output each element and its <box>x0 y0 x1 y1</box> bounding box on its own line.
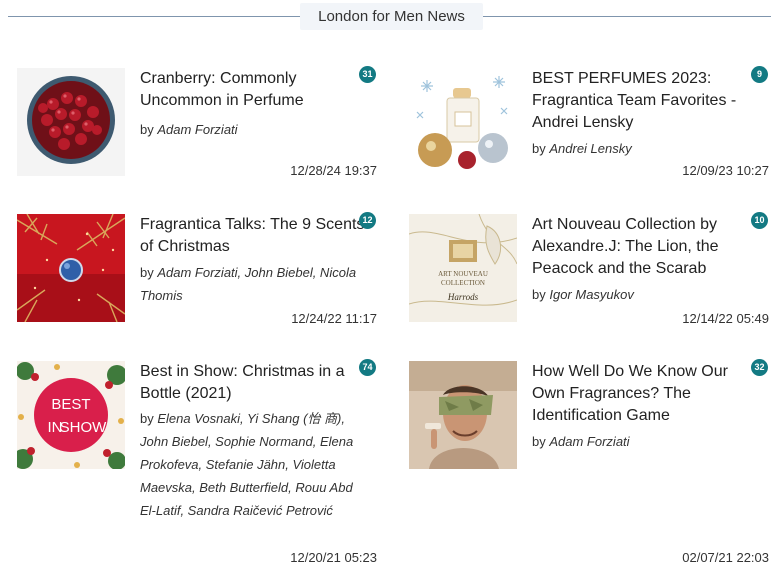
article-authors[interactable]: Adam Forziati, John Biebel, Nicola Thomi… <box>140 265 356 303</box>
article-authors[interactable]: Elena Vosnaki, Yi Shang (怡 商), John Bieb… <box>140 411 353 518</box>
article-date: 12/09/23 10:27 <box>682 163 769 178</box>
article-date: 12/24/22 11:17 <box>291 311 377 326</box>
article-authors[interactable]: Igor Masyukov <box>549 287 634 302</box>
article-byline: by Adam Forziati <box>532 430 757 453</box>
best-in-show-badge-image[interactable]: BEST IN SHOW <box>17 361 125 469</box>
comment-count-badge[interactable]: 74 <box>359 359 376 376</box>
article-authors[interactable]: Andrei Lensky <box>549 141 631 156</box>
article-title[interactable]: Fragrantica Talks: The 9 Scents of Chris… <box>140 214 365 258</box>
article-card[interactable]: BEST PERFUMES 2023: Fragrantica Team Fav… <box>409 66 771 183</box>
article-authors[interactable]: Adam Forziati <box>157 122 237 137</box>
article-title[interactable]: How Well Do We Know Our Own Fragrances? … <box>532 361 757 427</box>
article-authors[interactable]: Adam Forziati <box>549 434 629 449</box>
comment-count-badge[interactable]: 12 <box>359 212 376 229</box>
by-label: by <box>140 265 154 280</box>
article-title[interactable]: Cranberry: Commonly Uncommon in Perfume <box>140 68 365 112</box>
article-card[interactable]: ART NOUVEAU COLLECTION Harrods Art Nouve… <box>409 212 771 329</box>
comment-count-badge[interactable]: 10 <box>751 212 768 229</box>
comment-count-badge[interactable]: 32 <box>751 359 768 376</box>
article-card[interactable]: How Well Do We Know Our Own Fragrances? … <box>409 359 771 566</box>
christmas-branches-image[interactable] <box>17 214 125 322</box>
article-byline: by Andrei Lensky <box>532 137 757 160</box>
article-date: 12/28/24 19:37 <box>290 163 377 178</box>
article-byline: by Elena Vosnaki, Yi Shang (怡 商), John B… <box>140 407 365 522</box>
by-label: by <box>140 411 154 426</box>
by-label: by <box>532 434 546 449</box>
thumb-text: Harrods <box>447 292 479 302</box>
comment-count-badge[interactable]: 31 <box>359 66 376 83</box>
article-byline: by Adam Forziati, John Biebel, Nicola Th… <box>140 261 365 307</box>
thumb-text: BEST <box>51 396 90 413</box>
article-date: 12/20/21 05:23 <box>290 550 377 565</box>
perfume-bottle-ornaments-image[interactable] <box>409 68 517 176</box>
article-date: 12/14/22 05:49 <box>682 311 769 326</box>
by-label: by <box>140 122 154 137</box>
article-card[interactable]: BEST IN SHOW Best in Show: Christmas in … <box>17 359 379 566</box>
article-date: 02/07/21 22:03 <box>682 550 769 565</box>
article-card[interactable]: Fragrantica Talks: The 9 Scents of Chris… <box>17 212 379 329</box>
by-label: by <box>532 287 546 302</box>
section-title: London for Men News <box>300 3 483 30</box>
blindfolded-man-image[interactable] <box>409 361 517 469</box>
comment-count-badge[interactable]: 9 <box>751 66 768 83</box>
article-title[interactable]: Best in Show: Christmas in a Bottle (202… <box>140 361 365 405</box>
art-nouveau-box-image[interactable]: ART NOUVEAU COLLECTION Harrods <box>409 214 517 322</box>
article-title[interactable]: BEST PERFUMES 2023: Fragrantica Team Fav… <box>532 68 757 134</box>
article-card[interactable]: Cranberry: Commonly Uncommon in Perfume … <box>17 66 379 183</box>
article-byline: by Igor Masyukov <box>532 283 757 306</box>
article-title[interactable]: Art Nouveau Collection by Alexandre.J: T… <box>532 214 757 280</box>
by-label: by <box>532 141 546 156</box>
thumb-text: ART NOUVEAU <box>438 270 488 278</box>
cranberry-bowl-image[interactable] <box>17 68 125 176</box>
thumb-text: SHOW <box>60 419 108 436</box>
article-byline: by Adam Forziati <box>140 118 365 141</box>
thumb-text: COLLECTION <box>441 279 485 287</box>
